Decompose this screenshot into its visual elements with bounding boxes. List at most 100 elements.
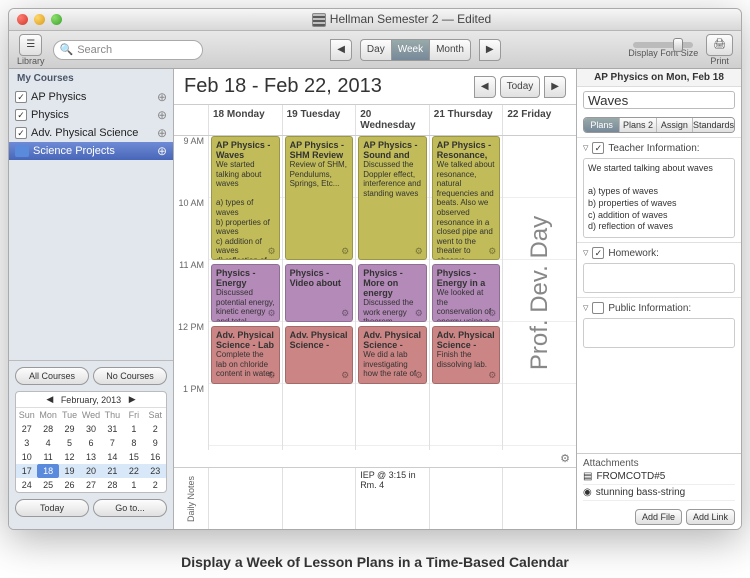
app-window: Hellman Semester 2 — Edited ☰ Library 🔍 …: [8, 8, 742, 530]
sidebar-course-ap-physics[interactable]: ✓AP Physics⊕: [9, 88, 173, 106]
calendar-header: Feb 18 - Feb 22, 2013 ◀ Today ▶: [174, 69, 576, 105]
day-column-thu[interactable]: AP Physics - Resonance,We talked about r…: [429, 136, 503, 450]
gear-icon[interactable]: ⚙: [341, 246, 349, 257]
daily-note[interactable]: [429, 468, 503, 529]
checkbox-icon[interactable]: ✓: [15, 91, 27, 103]
calendar-event[interactable]: AP Physics - Sound andDiscussed the Dopp…: [358, 136, 427, 260]
folder-icon: [15, 145, 29, 157]
day-header[interactable]: 19 Tuesday: [282, 105, 356, 135]
mini-cal-grid[interactable]: SunMonTueWedThuFriSat2728293031123456789…: [16, 408, 166, 492]
calendar-event[interactable]: Physics - More on energyDiscussed the wo…: [358, 264, 427, 322]
gear-icon[interactable]: ⚙: [268, 246, 276, 257]
tab-plans2[interactable]: Plans 2: [620, 118, 656, 132]
calendar-settings-button[interactable]: ⚙: [174, 450, 576, 467]
calendar-event[interactable]: Physics - EnergyDiscussed potential ener…: [211, 264, 280, 322]
all-day-banner: Prof. Dev. Day: [503, 136, 576, 450]
font-size-slider[interactable]: [633, 42, 693, 48]
calendar-event[interactable]: Physics - Energy in aWe looked at the co…: [432, 264, 501, 322]
prev-month-button[interactable]: ◀: [43, 394, 57, 405]
calendar-event[interactable]: Adv. Physical Science -⚙: [285, 326, 354, 384]
daily-note[interactable]: [208, 468, 282, 529]
view-month-button[interactable]: Month: [429, 39, 471, 61]
gear-icon[interactable]: ⚙: [415, 370, 423, 381]
next-week-button[interactable]: ▶: [544, 76, 566, 98]
homework-textarea[interactable]: [583, 263, 735, 293]
daily-note[interactable]: [282, 468, 356, 529]
next-button[interactable]: ▶: [479, 39, 501, 61]
search-input[interactable]: 🔍 Search: [53, 40, 203, 60]
close-icon[interactable]: [17, 14, 28, 25]
attachment-item[interactable]: ▤FROMCOTD#5: [583, 469, 735, 485]
next-month-button[interactable]: ▶: [125, 394, 139, 405]
no-courses-button[interactable]: No Courses: [93, 367, 167, 385]
calendar-event[interactable]: Adv. Physical Science -Finish the dissol…: [432, 326, 501, 384]
calendar-event[interactable]: AP Physics - SHM ReviewReview of SHM, Pe…: [285, 136, 354, 260]
teacher-info-textarea[interactable]: We started talking about waves a) types …: [583, 158, 735, 238]
gear-icon[interactable]: ⚙: [341, 308, 349, 319]
prev-week-button[interactable]: ◀: [474, 76, 496, 98]
gear-icon[interactable]: ⚙: [268, 308, 276, 319]
calendar-event[interactable]: AP Physics - Resonance,We talked about r…: [432, 136, 501, 260]
add-icon[interactable]: ⊕: [157, 90, 167, 104]
disclosure-icon[interactable]: ▽: [583, 144, 588, 152]
calendar-event[interactable]: Adv. Physical Science -We did a lab inve…: [358, 326, 427, 384]
zoom-icon[interactable]: [51, 14, 62, 25]
titlebar: Hellman Semester 2 — Edited: [9, 9, 741, 31]
day-header[interactable]: 21 Thursday: [429, 105, 503, 135]
calendar-event[interactable]: AP Physics - WavesWe started talking abo…: [211, 136, 280, 260]
goto-button[interactable]: Go to...: [93, 499, 167, 517]
day-header[interactable]: 20 Wednesday: [355, 105, 429, 135]
daily-note[interactable]: [502, 468, 576, 529]
view-week-button[interactable]: Week: [391, 39, 429, 61]
sidebar-course-science-projects[interactable]: Science Projects⊕: [9, 142, 173, 160]
print-button[interactable]: 🖨: [706, 34, 733, 56]
day-column-fri[interactable]: Prof. Dev. Day: [502, 136, 576, 450]
public-info-textarea[interactable]: [583, 318, 735, 348]
checkbox-icon[interactable]: ✓: [592, 247, 604, 259]
gear-icon[interactable]: ⚙: [415, 308, 423, 319]
minimize-icon[interactable]: [34, 14, 45, 25]
gear-icon[interactable]: ⚙: [415, 246, 423, 257]
checkbox-icon[interactable]: ✓: [592, 142, 604, 154]
gear-icon[interactable]: ⚙: [341, 370, 349, 381]
sidebar-course-physics[interactable]: ✓Physics⊕: [9, 106, 173, 124]
main-area: My Courses ✓AP Physics⊕ ✓Physics⊕ ✓Adv. …: [9, 69, 741, 529]
day-column-tue[interactable]: AP Physics - SHM ReviewReview of SHM, Pe…: [282, 136, 356, 450]
tab-assign[interactable]: Assign: [657, 118, 693, 132]
gear-icon[interactable]: ⚙: [488, 370, 496, 381]
library-button[interactable]: ☰: [19, 34, 42, 56]
calendar-event[interactable]: Adv. Physical Science - LabComplete the …: [211, 326, 280, 384]
disclosure-icon[interactable]: ▽: [583, 249, 588, 257]
day-column-mon[interactable]: AP Physics - WavesWe started talking abo…: [208, 136, 282, 450]
calendar-event[interactable]: Physics - Video about⚙: [285, 264, 354, 322]
checkbox-icon[interactable]: [592, 302, 604, 314]
add-link-button[interactable]: Add Link: [686, 509, 735, 525]
all-courses-button[interactable]: All Courses: [15, 367, 89, 385]
add-icon[interactable]: ⊕: [157, 126, 167, 140]
checkbox-icon[interactable]: ✓: [15, 127, 27, 139]
view-day-button[interactable]: Day: [360, 39, 391, 61]
add-file-button[interactable]: Add File: [635, 509, 682, 525]
gear-icon[interactable]: ⚙: [268, 370, 276, 381]
today-button[interactable]: Today: [15, 499, 89, 517]
lesson-title-input[interactable]: [583, 91, 735, 109]
disclosure-icon[interactable]: ▽: [583, 304, 588, 312]
add-icon[interactable]: ⊕: [157, 144, 167, 158]
add-icon[interactable]: ⊕: [157, 108, 167, 122]
tab-plans[interactable]: Plans: [584, 118, 620, 132]
inspector-panel: AP Physics on Mon, Feb 18 Plans Plans 2 …: [576, 69, 741, 529]
day-header[interactable]: 22 Friday: [502, 105, 576, 135]
tab-standards[interactable]: Standards: [693, 118, 734, 132]
prev-button[interactable]: ◀: [330, 39, 352, 61]
attachment-item[interactable]: ◉stunning bass-string: [583, 485, 735, 501]
gear-icon[interactable]: ⚙: [488, 246, 496, 257]
view-segment: Day Week Month: [360, 39, 471, 61]
sidebar-course-adv-physical[interactable]: ✓Adv. Physical Science⊕: [9, 124, 173, 142]
day-column-wed[interactable]: AP Physics - Sound andDiscussed the Dopp…: [355, 136, 429, 450]
today-button[interactable]: Today: [500, 76, 541, 98]
daily-note[interactable]: IEP @ 3:15 in Rm. 4: [355, 468, 429, 529]
day-header[interactable]: 18 Monday: [208, 105, 282, 135]
attachments-section: Attachments ▤FROMCOTD#5 ◉stunning bass-s…: [577, 453, 741, 505]
gear-icon[interactable]: ⚙: [488, 308, 496, 319]
checkbox-icon[interactable]: ✓: [15, 109, 27, 121]
